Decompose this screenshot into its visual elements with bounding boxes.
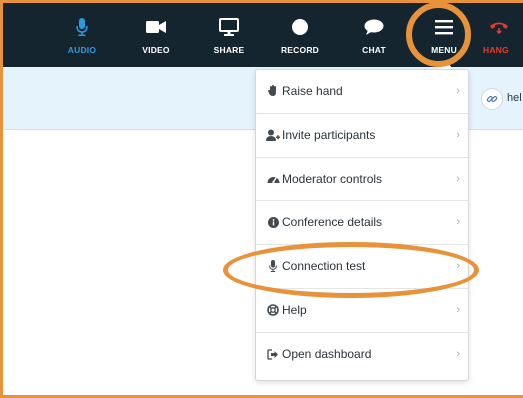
link-icon[interactable] bbox=[481, 88, 503, 110]
hamburger-icon bbox=[411, 17, 477, 37]
hangup-button[interactable]: HANG bbox=[477, 3, 523, 67]
chevron-right-icon: › bbox=[456, 172, 460, 185]
chevron-right-icon: › bbox=[456, 216, 460, 229]
menu-button[interactable]: MENU bbox=[411, 3, 477, 67]
menu-item-label: Connection test bbox=[282, 259, 366, 273]
monitor-icon bbox=[196, 17, 262, 37]
video-button-label: VIDEO bbox=[142, 45, 170, 55]
add-user-icon bbox=[266, 114, 280, 157]
dropdown-menu: Raise hand › Invite participants › Moder… bbox=[255, 69, 469, 381]
share-button[interactable]: SHARE bbox=[196, 3, 262, 67]
record-button-label: RECORD bbox=[280, 45, 320, 55]
app-window: AUDIO VIDEO SHARE RECORD CHAT MENU HANG … bbox=[0, 0, 523, 398]
audio-button[interactable]: AUDIO bbox=[49, 3, 115, 67]
lifebuoy-icon bbox=[266, 289, 280, 332]
menu-item-label: Raise hand bbox=[282, 84, 343, 98]
notification-text: hel bbox=[507, 92, 522, 104]
chat-button-label: CHAT bbox=[362, 45, 386, 55]
menu-item-connection-test[interactable]: Connection test › bbox=[256, 245, 468, 289]
menu-item-label: Moderator controls bbox=[282, 171, 383, 186]
video-camera-icon bbox=[123, 17, 189, 37]
menu-item-conference-details[interactable]: Conference details › bbox=[256, 201, 468, 245]
menu-button-label: MENU bbox=[431, 45, 457, 55]
menu-item-label: Conference details bbox=[282, 215, 383, 230]
phone-hangup-icon bbox=[477, 17, 523, 37]
menu-item-raise-hand[interactable]: Raise hand › bbox=[256, 70, 468, 114]
hangup-button-label: HANG bbox=[483, 45, 509, 55]
hand-icon bbox=[266, 70, 280, 113]
audio-button-label: AUDIO bbox=[67, 45, 97, 55]
chevron-right-icon: › bbox=[456, 347, 460, 360]
chevron-right-icon: › bbox=[456, 303, 460, 316]
chat-bubble-icon bbox=[341, 17, 407, 37]
sign-out-icon bbox=[266, 333, 280, 377]
menu-caret bbox=[439, 61, 453, 69]
record-icon bbox=[267, 17, 333, 37]
top-toolbar: AUDIO VIDEO SHARE RECORD CHAT MENU HANG bbox=[3, 3, 523, 67]
microphone-icon bbox=[266, 245, 280, 288]
menu-item-label: Open dashboard bbox=[282, 346, 372, 361]
chevron-right-icon: › bbox=[456, 128, 460, 141]
chevron-right-icon: › bbox=[456, 260, 460, 272]
microphone-icon bbox=[49, 17, 115, 37]
chat-button[interactable]: CHAT bbox=[341, 3, 407, 67]
menu-item-open-dashboard[interactable]: Open dashboard › bbox=[256, 333, 468, 377]
share-button-label: SHARE bbox=[213, 45, 245, 55]
info-icon bbox=[266, 201, 280, 244]
menu-item-moderator-controls[interactable]: Moderator controls › bbox=[256, 158, 468, 202]
video-button[interactable]: VIDEO bbox=[123, 3, 189, 67]
dashboard-gauge-icon bbox=[266, 158, 280, 201]
menu-item-invite-participants[interactable]: Invite participants › bbox=[256, 114, 468, 158]
menu-item-help[interactable]: Help › bbox=[256, 289, 468, 333]
menu-item-label: Invite participants bbox=[282, 127, 376, 142]
menu-item-label: Help bbox=[282, 302, 307, 317]
chevron-right-icon: › bbox=[456, 85, 460, 97]
record-button[interactable]: RECORD bbox=[267, 3, 333, 67]
